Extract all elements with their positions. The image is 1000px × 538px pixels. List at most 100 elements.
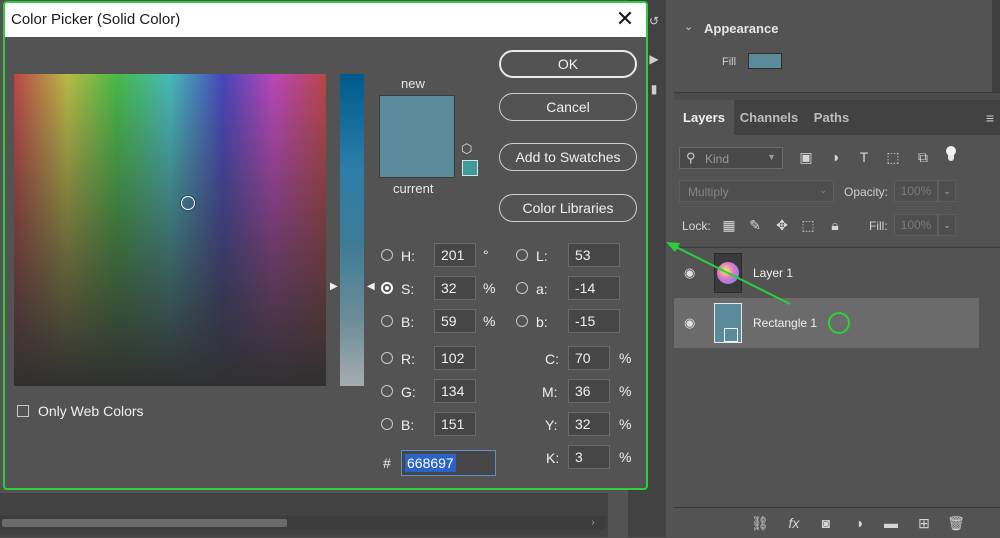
color-field[interactable] <box>14 74 326 386</box>
document-icon[interactable]: ▮ <box>648 82 660 96</box>
lock-move-icon[interactable]: ✥ <box>773 216 791 234</box>
mask-icon[interactable]: ◙ <box>816 514 836 532</box>
adjustment-filter-icon[interactable]: ◑ <box>826 148 844 166</box>
tab-layers[interactable]: Layers <box>674 100 734 135</box>
scroll-right-icon[interactable]: › <box>585 516 601 530</box>
cyan-unit: % <box>619 350 632 366</box>
folder-icon[interactable]: ▬ <box>881 514 901 532</box>
cyan-label: C: <box>545 351 559 367</box>
filter-toggle[interactable] <box>946 146 956 161</box>
radio-lightness[interactable] <box>516 249 528 261</box>
history-icon[interactable]: ↺ <box>648 14 660 28</box>
new-color-label: new <box>401 76 425 91</box>
b-input[interactable]: -15 <box>568 309 620 333</box>
color-libraries-button[interactable]: Color Libraries <box>499 194 637 222</box>
slider-arrow-icon[interactable]: ▶ <box>330 281 338 292</box>
layer-filter-select[interactable]: ⚲ Kind ▼ <box>679 147 783 169</box>
filter-kind-label: Kind <box>705 152 730 166</box>
chevron-down-icon[interactable]: ⌄ <box>938 180 956 202</box>
close-button[interactable]: ✕ <box>612 6 638 32</box>
black-input[interactable]: 3 <box>568 445 610 469</box>
layer-name: Rectangle 1 <box>753 316 818 330</box>
hex-input[interactable]: 668697 <box>401 450 496 476</box>
type-filter-icon[interactable]: T <box>855 148 873 166</box>
new-color-swatch <box>379 95 455 138</box>
fx-icon[interactable]: fx <box>784 514 804 532</box>
a-label: a: <box>536 281 548 297</box>
blend-mode-select[interactable]: Multiply ⌄ <box>679 180 834 202</box>
appearance-title: Appearance <box>704 21 779 36</box>
hex-hash-label: # <box>383 455 391 471</box>
hue-label: H: <box>401 248 415 264</box>
saturation-input[interactable]: 32 <box>434 276 476 300</box>
lock-brush-icon[interactable]: ✎ <box>746 216 764 234</box>
lock-label: Lock: <box>682 219 711 233</box>
blue-input[interactable]: 151 <box>434 412 476 436</box>
web-safe-swatch[interactable] <box>462 160 478 176</box>
fill-color-swatch[interactable] <box>748 53 782 69</box>
yellow-unit: % <box>619 416 632 432</box>
ok-button[interactable]: OK <box>499 50 637 78</box>
pixel-filter-icon[interactable]: ▣ <box>797 148 815 166</box>
shape-filter-icon[interactable]: ⬚ <box>884 148 902 166</box>
slider-arrow-icon[interactable]: ◀ <box>367 281 375 292</box>
radio-b[interactable] <box>516 315 528 327</box>
lightness-input[interactable]: 53 <box>568 243 620 267</box>
horizontal-scrollbar[interactable]: › <box>0 516 605 530</box>
layer-fill-input[interactable]: 100% <box>894 214 938 236</box>
out-of-gamut-cube-icon[interactable]: ⬡ <box>461 141 472 157</box>
opacity-input[interactable]: 100% <box>894 180 938 202</box>
radio-saturation[interactable] <box>381 282 393 294</box>
play-icon[interactable]: ▶ <box>648 52 660 66</box>
green-input[interactable]: 134 <box>434 379 476 403</box>
only-web-colors-label[interactable]: Only Web Colors <box>38 403 144 419</box>
panel-scrollbar[interactable] <box>992 0 1000 92</box>
lock-artboard-icon[interactable]: ⬚ <box>799 216 817 234</box>
red-input[interactable]: 102 <box>434 346 476 370</box>
tab-channels[interactable]: Channels <box>734 100 804 135</box>
current-color-swatch[interactable] <box>379 137 455 178</box>
color-field-cursor[interactable] <box>181 196 195 210</box>
chevron-down-icon[interactable]: ⌄ <box>938 214 956 236</box>
radio-a[interactable] <box>516 282 528 294</box>
brightness-input[interactable]: 59 <box>434 309 476 333</box>
chevron-down-icon: ▼ <box>767 152 776 162</box>
red-label: R: <box>401 351 415 367</box>
cancel-button[interactable]: Cancel <box>499 93 637 121</box>
smart-object-filter-icon[interactable]: ⧉ <box>914 148 932 166</box>
dialog-titlebar[interactable]: Color Picker (Solid Color) ✕ <box>5 3 646 37</box>
radio-brightness[interactable] <box>381 315 393 327</box>
hue-input[interactable]: 201 <box>434 243 476 267</box>
radio-blue[interactable] <box>381 418 393 430</box>
a-input[interactable]: -14 <box>568 276 620 300</box>
magenta-input[interactable]: 36 <box>568 379 610 403</box>
layers-panel-tabs: Layers Channels Paths ≡ <box>674 100 1000 135</box>
yellow-label: Y: <box>545 417 558 433</box>
radio-red[interactable] <box>381 352 393 364</box>
cyan-input[interactable]: 70 <box>568 346 610 370</box>
current-color-label: current <box>393 181 434 196</box>
adjustment-icon[interactable]: ◑ <box>849 514 869 532</box>
trash-icon[interactable]: 🗑︎ <box>946 514 966 532</box>
scrollbar-thumb[interactable] <box>2 519 287 527</box>
lock-all-icon[interactable]: 🔒︎ <box>826 216 844 234</box>
layers-bottom-bar: ⛓ fx ◙ ◑ ▬ ⊞ 🗑︎ <box>674 507 1000 538</box>
panel-menu-icon[interactable]: ≡ <box>986 110 994 126</box>
only-web-colors-checkbox[interactable] <box>17 405 29 417</box>
blue-label: B: <box>401 417 415 433</box>
new-layer-icon[interactable]: ⊞ <box>914 514 934 532</box>
canvas-area <box>0 493 608 537</box>
add-to-swatches-button[interactable]: Add to Swatches <box>499 143 637 171</box>
tab-paths[interactable]: Paths <box>804 100 859 135</box>
color-slider[interactable] <box>340 74 364 386</box>
lock-transparency-icon[interactable]: ▦ <box>720 216 738 234</box>
radio-green[interactable] <box>381 385 393 397</box>
link-icon[interactable]: ⛓ <box>750 514 770 532</box>
eye-icon[interactable]: ◉ <box>684 315 700 331</box>
annotation-circle <box>828 312 850 334</box>
chevron-down-icon[interactable]: ⌄ <box>684 20 693 33</box>
yellow-input[interactable]: 32 <box>568 412 610 436</box>
shape-layer-badge-icon <box>724 328 738 342</box>
radio-hue[interactable] <box>381 249 393 261</box>
black-label: K: <box>546 450 560 466</box>
